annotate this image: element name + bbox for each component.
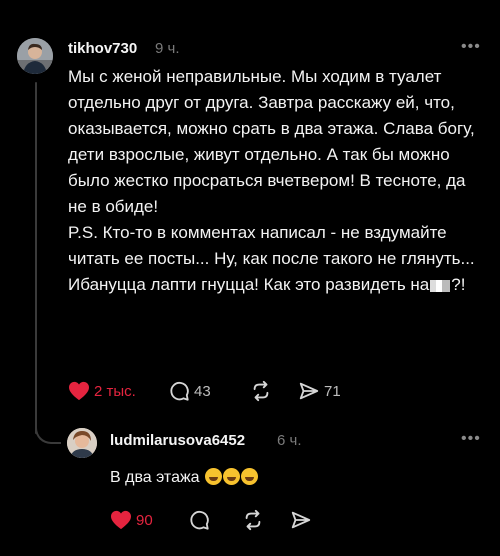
post-author[interactable]: tikhov730 [68, 40, 137, 57]
reply-share-button[interactable] [290, 509, 312, 531]
comment-icon [170, 381, 189, 401]
reply-like-button[interactable]: 90 [110, 510, 188, 530]
comment-count: 43 [194, 382, 211, 400]
reply-avatar[interactable] [67, 428, 97, 458]
reply-avatar-photo [67, 428, 97, 458]
laughing-emoji-icon [223, 468, 241, 485]
post-paragraph-ps: P.S. Кто-то в комментах написал - не взд… [68, 220, 488, 298]
repost-button[interactable] [250, 380, 298, 402]
post-paragraph: Мы с женой неправильные. Мы ходим в туал… [68, 67, 475, 216]
heart-icon [69, 381, 89, 401]
reply-author[interactable]: ludmilarusova6452 [110, 432, 245, 449]
post-time: 9 ч. [155, 40, 180, 57]
more-icon[interactable]: ••• [461, 38, 481, 56]
share-button[interactable]: 71 [298, 380, 341, 402]
repost-icon [253, 380, 269, 402]
reply-body: В два этажа [110, 468, 259, 487]
post-ps-end: ?! [451, 275, 466, 294]
reply-more-icon[interactable]: ••• [461, 430, 481, 448]
like-count: 2 тыс. [94, 382, 136, 400]
reply-text: В два этажа [110, 469, 200, 486]
post-body: Мы с женой неправильные. Мы ходим в туал… [68, 64, 488, 298]
thread-line [35, 82, 37, 434]
laughing-emoji-icon [241, 468, 259, 485]
like-button[interactable]: 2 тыс. [68, 381, 168, 401]
post-ps-text: P.S. Кто-то в комментах написал - не взд… [68, 223, 475, 294]
share-icon [291, 511, 311, 529]
share-count: 71 [324, 382, 341, 400]
repost-icon [245, 509, 261, 531]
post-actions: 2 тыс. 43 71 [68, 380, 341, 402]
comment-icon [190, 510, 209, 530]
heart-icon [111, 510, 131, 530]
censor-sticker-icon [430, 279, 451, 292]
laughing-emoji-icon [205, 468, 223, 485]
reply-actions: 90 [110, 509, 312, 531]
reply-like-count: 90 [136, 511, 153, 529]
reply-comment-button[interactable] [188, 509, 242, 531]
reply-repost-button[interactable] [242, 509, 290, 531]
avatar-photo [17, 38, 53, 74]
comment-button[interactable]: 43 [168, 380, 250, 402]
thread-post: tikhov730 9 ч. ••• Мы с женой неправильн… [0, 0, 500, 556]
reply-time: 6 ч. [277, 432, 302, 449]
thread-connector [35, 412, 61, 444]
author-avatar[interactable] [17, 38, 53, 74]
share-icon [299, 382, 319, 400]
